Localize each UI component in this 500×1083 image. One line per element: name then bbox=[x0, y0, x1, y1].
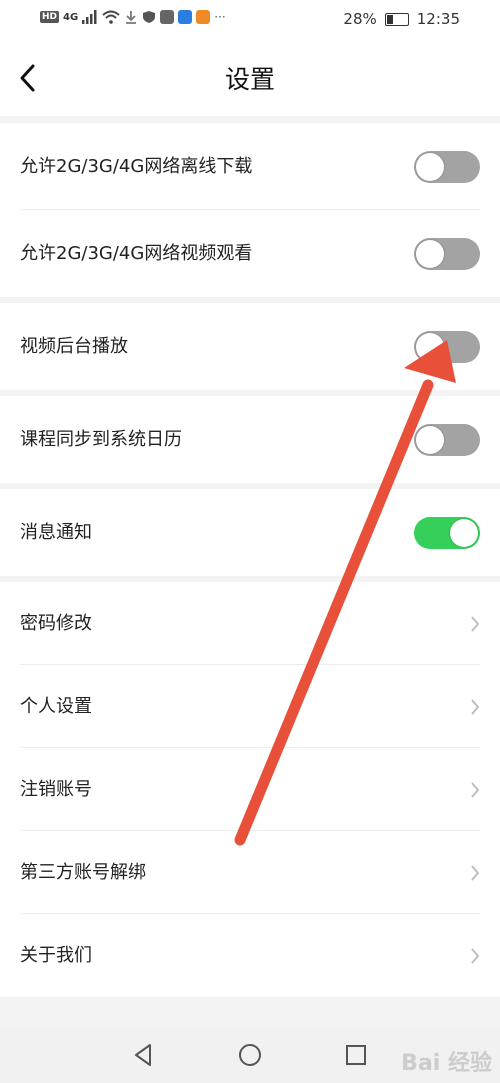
list-item-unbind-third-party[interactable]: 第三方账号解绑 bbox=[0, 831, 500, 914]
setting-label: 第三方账号解绑 bbox=[20, 862, 146, 883]
status-bar: HD 4G ··· 28% 12:35 bbox=[0, 0, 500, 40]
network-type: 4G bbox=[63, 11, 79, 23]
network-settings-group: 允许2G/3G/4G网络离线下载 允许2G/3G/4G网络视频观看 bbox=[0, 123, 500, 297]
list-item-delete-account[interactable]: 注销账号 bbox=[0, 748, 500, 831]
setting-row-background-play: 视频后台播放 bbox=[0, 303, 500, 390]
setting-row-notification: 消息通知 bbox=[0, 489, 500, 576]
offline-download-toggle[interactable] bbox=[414, 150, 480, 183]
setting-label: 课程同步到系统日历 bbox=[20, 429, 182, 450]
recent-square-icon[interactable] bbox=[342, 1041, 370, 1069]
chevron-right-icon bbox=[471, 698, 480, 715]
list-item-password[interactable]: 密码修改 bbox=[0, 582, 500, 665]
account-links-group: 密码修改 个人设置 注销账号 第三方账号解绑 关于我们 bbox=[0, 582, 500, 997]
shield-icon bbox=[143, 11, 156, 23]
background-play-group: 视频后台播放 bbox=[0, 303, 500, 390]
home-circle-icon[interactable] bbox=[236, 1041, 264, 1069]
setting-label: 密码修改 bbox=[20, 613, 92, 634]
chevron-right-icon bbox=[471, 947, 480, 964]
page-title: 设置 bbox=[224, 65, 275, 94]
setting-label: 允许2G/3G/4G网络离线下载 bbox=[20, 156, 253, 177]
setting-row-calendar-sync: 课程同步到系统日历 bbox=[0, 396, 500, 483]
chevron-right-icon bbox=[471, 864, 480, 881]
download-icon bbox=[126, 11, 137, 24]
notification-group: 消息通知 bbox=[0, 489, 500, 576]
chevron-right-icon bbox=[471, 615, 480, 632]
list-item-about-us[interactable]: 关于我们 bbox=[0, 914, 500, 997]
setting-row-offline-download: 允许2G/3G/4G网络离线下载 bbox=[0, 123, 500, 210]
notification-toggle[interactable] bbox=[414, 516, 480, 549]
header: 设置 bbox=[0, 40, 500, 116]
calendar-sync-group: 课程同步到系统日历 bbox=[0, 396, 500, 483]
app-icon bbox=[196, 10, 211, 24]
hd-badge: HD bbox=[40, 11, 60, 23]
calendar-sync-toggle[interactable] bbox=[414, 423, 480, 456]
system-nav-bar: Bai 经验 bbox=[0, 1027, 500, 1083]
watermark: Bai 经验 bbox=[401, 1051, 492, 1076]
setting-label: 允许2G/3G/4G网络视频观看 bbox=[20, 243, 253, 264]
clock: 12:35 bbox=[416, 10, 460, 28]
app-icon bbox=[178, 10, 193, 24]
status-icons-right: 28% 12:35 bbox=[343, 10, 460, 28]
setting-label: 消息通知 bbox=[20, 522, 92, 543]
setting-label: 个人设置 bbox=[20, 696, 92, 717]
list-item-personal-settings[interactable]: 个人设置 bbox=[0, 665, 500, 748]
battery-icon bbox=[384, 12, 409, 26]
status-icons-left: HD 4G ··· bbox=[40, 10, 226, 24]
back-triangle-icon[interactable] bbox=[130, 1041, 158, 1069]
setting-label: 视频后台播放 bbox=[20, 336, 128, 357]
background-play-toggle[interactable] bbox=[414, 330, 480, 363]
signal-icon bbox=[82, 10, 97, 24]
chevron-right-icon bbox=[471, 781, 480, 798]
setting-label: 注销账号 bbox=[20, 779, 92, 800]
video-watch-toggle[interactable] bbox=[414, 237, 480, 270]
battery-percent: 28% bbox=[343, 10, 377, 28]
setting-label: 关于我们 bbox=[20, 945, 92, 966]
app-icon bbox=[160, 10, 175, 24]
wifi-icon bbox=[102, 10, 120, 24]
setting-row-video-watch: 允许2G/3G/4G网络视频观看 bbox=[0, 210, 500, 297]
more-icon: ··· bbox=[214, 10, 226, 24]
